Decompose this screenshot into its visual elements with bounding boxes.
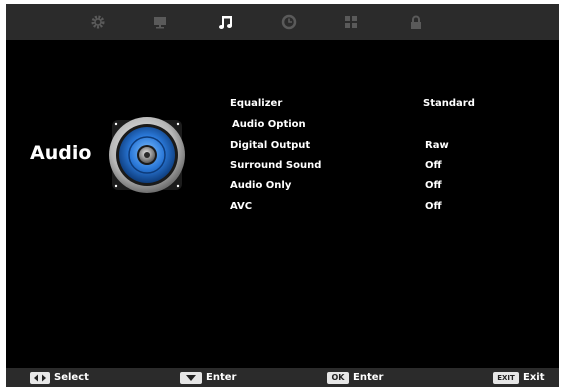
ok-key-icon: OK [327, 371, 349, 384]
hint-exit-label: Exit [523, 372, 545, 383]
grid-icon [345, 16, 357, 28]
tab-setup[interactable] [83, 4, 113, 40]
hint-select: Select [30, 370, 89, 385]
tab-lock[interactable] [401, 4, 431, 40]
menu-item-value: Standard [423, 98, 475, 109]
hint-enter: Enter [180, 370, 236, 385]
exit-key-icon: EXIT [493, 371, 519, 384]
menu-item-label: Digital Output [230, 140, 311, 151]
hint-exit: EXIT Exit [493, 370, 545, 385]
hint-enter-label: Enter [206, 372, 237, 383]
tab-audio[interactable] [211, 4, 241, 40]
music-note-icon [219, 16, 232, 29]
left-right-arrows-icon [30, 371, 50, 384]
menu-tab-bar [6, 4, 559, 40]
page-title: Audio [30, 142, 92, 164]
menu-item-label: Audio Only [230, 180, 292, 191]
tv-menu-screen: Audio Equalizer Standard Audio Option Di… [6, 4, 559, 387]
menu-item-value: Raw [425, 140, 449, 151]
hint-ok: OK Enter [327, 370, 383, 385]
menu-item-value: Off [425, 160, 442, 171]
clock-icon [281, 14, 297, 30]
menu-item-label: Audio Option [232, 119, 306, 130]
gear-icon [91, 15, 105, 29]
lock-icon [411, 15, 421, 29]
tab-time[interactable] [274, 4, 304, 40]
monitor-icon [154, 17, 166, 29]
hint-select-label: Select [54, 372, 89, 383]
hint-ok-label: Enter [353, 372, 384, 383]
menu-item-value: Off [425, 180, 442, 191]
speaker-icon [109, 117, 185, 193]
footer-hint-bar: Select Enter OK Enter EXIT Exit [6, 368, 559, 387]
down-arrow-icon [180, 371, 202, 384]
tab-picture[interactable] [145, 4, 175, 40]
menu-item-label: Equalizer [230, 98, 283, 109]
tab-options[interactable] [336, 4, 366, 40]
menu-item-value: Off [425, 201, 442, 212]
menu-item-label: AVC [230, 201, 253, 212]
menu-item-label: Surround Sound [230, 160, 322, 171]
